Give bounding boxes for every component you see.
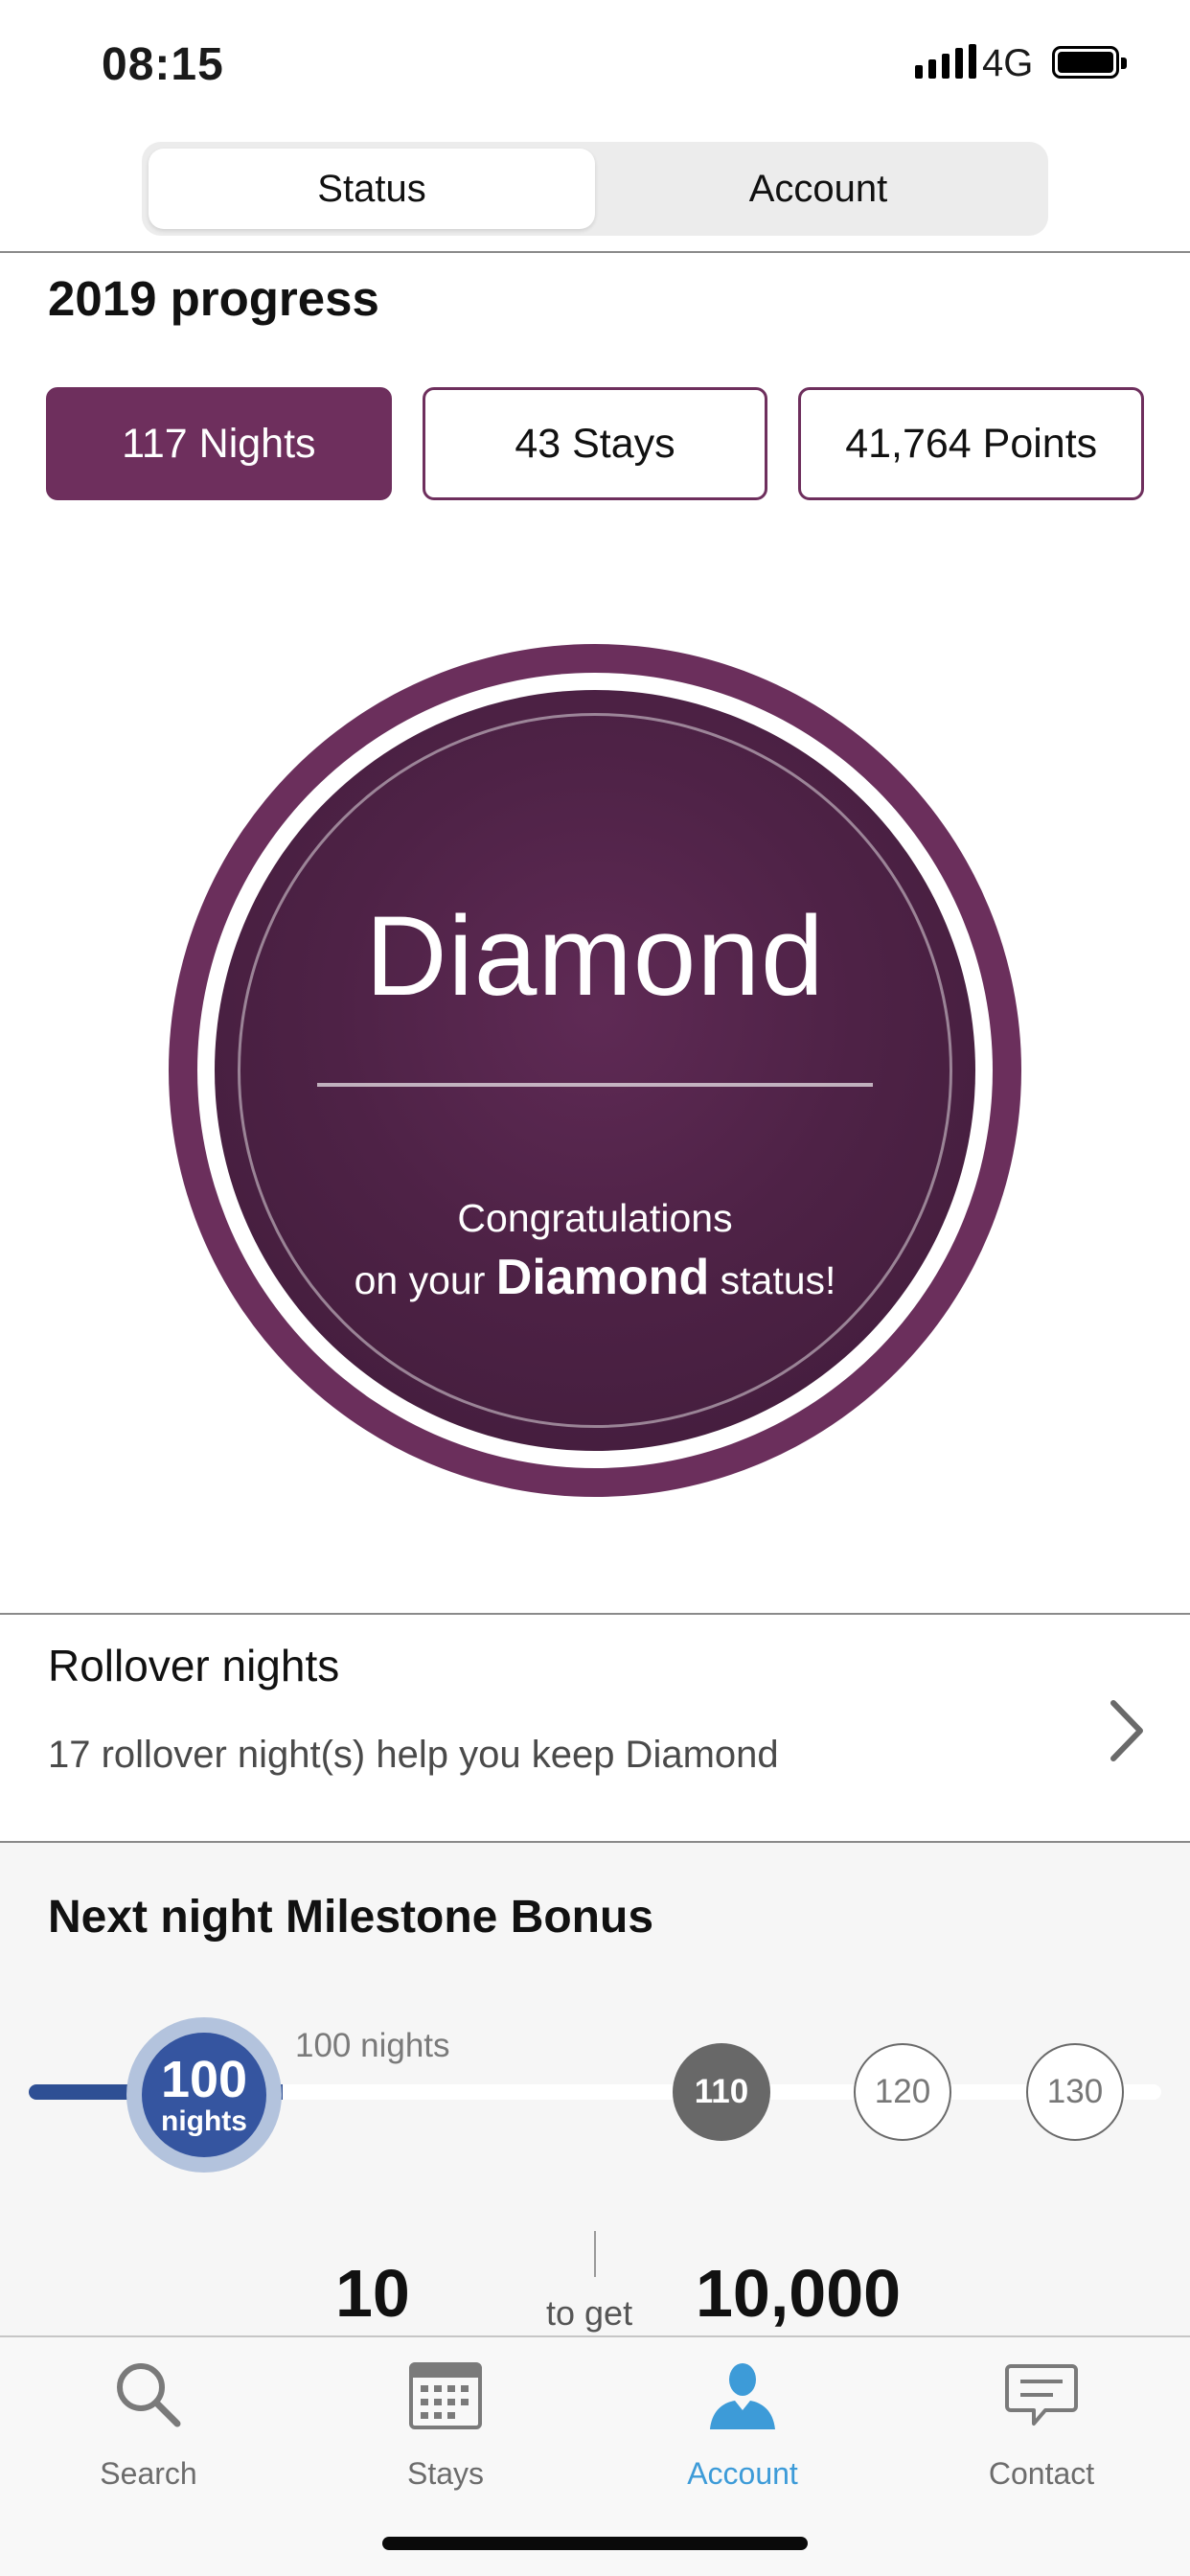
current-nights-label: 100 nights bbox=[295, 2027, 450, 2064]
congrats-line2: on your Diamond status! bbox=[215, 1248, 975, 1310]
milestone-title: Next night Milestone Bonus bbox=[48, 1892, 654, 1943]
signal-icon bbox=[915, 44, 976, 79]
tab-search-label: Search bbox=[100, 2456, 197, 2491]
milestone-current-node: 100 nights bbox=[126, 2017, 282, 2173]
header-divider bbox=[0, 251, 1190, 253]
tab-contact-label: Contact bbox=[988, 2456, 1095, 2491]
progress-title: 2019 progress bbox=[48, 271, 379, 326]
tab-account-label: Account bbox=[687, 2456, 798, 2491]
milestone-node-110[interactable]: 110 bbox=[673, 2043, 770, 2141]
search-icon bbox=[117, 2363, 181, 2427]
milestone-section: Next night Milestone Bonus 100 nights 10… bbox=[0, 1843, 1190, 2336]
home-indicator[interactable] bbox=[382, 2537, 808, 2550]
tab-stays[interactable]: Stays bbox=[297, 2337, 594, 2510]
tab-account[interactable]: Account bbox=[594, 2337, 891, 2510]
current-nights-number: 100 bbox=[160, 2051, 248, 2108]
status-badge: Diamond Congratulations on your Diamond … bbox=[169, 644, 1021, 1497]
badge-core: Diamond Congratulations on your Diamond … bbox=[215, 690, 975, 1451]
status-time: 08:15 bbox=[102, 39, 224, 90]
badge-divider bbox=[317, 1083, 873, 1087]
to-get-label: to get bbox=[546, 2293, 633, 2333]
bonus-points: 10,000 bbox=[696, 2256, 902, 2331]
calendar-icon bbox=[409, 2362, 482, 2429]
progress-tabs: 117 Nights 43 Stays 41,764 Points bbox=[46, 387, 1145, 500]
rollover-nights-row[interactable]: Rollover nights 17 rollover night(s) hel… bbox=[0, 1615, 1190, 1841]
tab-nights[interactable]: 117 Nights bbox=[46, 387, 392, 500]
rollover-subtitle: 17 rollover night(s) help you keep Diamo… bbox=[48, 1734, 779, 1776]
congrats-tier: Diamond bbox=[495, 1250, 710, 1305]
tab-contact[interactable]: Contact bbox=[893, 2337, 1190, 2510]
person-icon bbox=[710, 2363, 775, 2429]
milestone-connector-tick bbox=[594, 2231, 596, 2277]
congrats-pre: on your bbox=[354, 1258, 486, 1302]
congrats-post: status! bbox=[720, 1258, 836, 1302]
tab-search[interactable]: Search bbox=[0, 2337, 297, 2510]
congrats-line1: Congratulations bbox=[457, 1196, 733, 1240]
battery-icon bbox=[1052, 46, 1127, 79]
tab-stays[interactable]: 43 Stays bbox=[422, 387, 768, 500]
segment-status[interactable]: Status bbox=[149, 149, 595, 229]
status-account-switcher: Status Account bbox=[142, 142, 1048, 236]
tab-stays-label: Stays bbox=[406, 2456, 485, 2491]
milestone-node-130[interactable]: 130 bbox=[1026, 2043, 1124, 2141]
chevron-right-icon bbox=[1110, 1700, 1143, 1761]
current-nights-unit: nights bbox=[161, 2105, 247, 2137]
congratulations-text: Congratulations on your Diamond status! bbox=[215, 1188, 975, 1310]
segment-account[interactable]: Account bbox=[595, 149, 1041, 229]
tab-points[interactable]: 41,764 Points bbox=[798, 387, 1145, 500]
status-bar: 08:15 4G bbox=[0, 0, 1190, 125]
milestone-node-120[interactable]: 120 bbox=[854, 2043, 951, 2141]
network-type: 4G bbox=[982, 42, 1034, 84]
nights-to-go: 10 bbox=[335, 2256, 410, 2331]
rollover-title: Rollover nights bbox=[48, 1641, 340, 1690]
tier-name: Diamond bbox=[365, 893, 825, 1020]
chat-bubble-icon bbox=[1005, 2364, 1078, 2426]
